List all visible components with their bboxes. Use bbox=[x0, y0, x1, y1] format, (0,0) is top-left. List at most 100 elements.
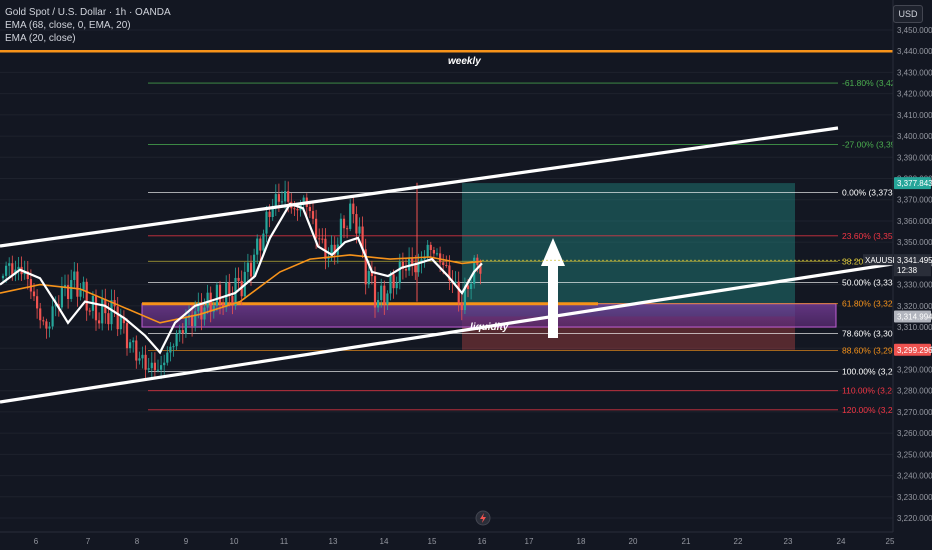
price-tick-label: 3,390.000 bbox=[897, 153, 932, 162]
candle-body bbox=[70, 280, 73, 299]
price-tick-label: 3,330.000 bbox=[897, 281, 932, 290]
candle-body bbox=[355, 214, 358, 234]
price-tick-label: 3,310.000 bbox=[897, 323, 932, 332]
candle-body bbox=[206, 292, 209, 308]
candle-body bbox=[144, 354, 147, 370]
candle-body bbox=[253, 254, 256, 277]
time-tick-label: 7 bbox=[86, 537, 91, 546]
candle-body bbox=[172, 346, 175, 348]
candle-body bbox=[45, 321, 48, 329]
fib-level-label: 78.60% (3,307. bbox=[842, 328, 900, 338]
ema-68-legend[interactable]: EMA (68, close, 0, EMA, 20) bbox=[5, 19, 171, 32]
candle-body bbox=[445, 264, 448, 266]
candle-body bbox=[284, 191, 287, 202]
liquidity-label: liquidity bbox=[470, 322, 509, 333]
time-tick-label: 21 bbox=[682, 537, 691, 546]
price-tick-label: 3,270.000 bbox=[897, 408, 932, 417]
fib-level-label: -61.80% (3,425 bbox=[842, 78, 900, 88]
candle-body bbox=[200, 303, 203, 320]
fib-level-label: 50.00% (3,331. bbox=[842, 277, 900, 287]
time-tick-label: 14 bbox=[380, 537, 389, 546]
candle-body bbox=[389, 274, 392, 294]
candle-body bbox=[153, 362, 156, 371]
time-tick-label: 11 bbox=[280, 537, 289, 546]
candle-body bbox=[94, 295, 98, 321]
price-tag-label: 3,377.843 bbox=[897, 179, 932, 188]
candle-body bbox=[218, 284, 222, 304]
candle-body bbox=[98, 320, 101, 324]
candle-body bbox=[42, 320, 45, 322]
price-tick-label: 3,220.000 bbox=[897, 514, 932, 523]
candle-body bbox=[150, 362, 153, 369]
time-tick-label: 6 bbox=[34, 537, 39, 546]
candle-body bbox=[215, 284, 218, 306]
ema-20-legend[interactable]: EMA (20, close) bbox=[5, 32, 171, 45]
candle-body bbox=[32, 291, 36, 297]
time-tick-label: 10 bbox=[230, 537, 239, 546]
candle-body bbox=[175, 333, 178, 347]
candle-body bbox=[296, 209, 299, 211]
price-tick-label: 3,370.000 bbox=[897, 196, 932, 205]
candle-body bbox=[194, 311, 197, 327]
candle-body bbox=[60, 286, 63, 308]
candle-body bbox=[318, 238, 321, 240]
candle-body bbox=[277, 194, 280, 202]
candle-body bbox=[349, 203, 352, 229]
time-tick-label: 9 bbox=[184, 537, 189, 546]
candle-body bbox=[308, 206, 311, 212]
candle-body bbox=[324, 238, 327, 259]
candle-body bbox=[380, 285, 383, 301]
time-axis: 6 7 8 9 10 11 13 14 15 16 17 18 20 21 22 23 24 25 bbox=[0, 531, 895, 546]
candle-body bbox=[237, 277, 240, 281]
time-tick-label: 17 bbox=[525, 537, 534, 546]
symbol-tag-label: XAUUSD bbox=[865, 256, 899, 265]
candle-body bbox=[82, 281, 85, 290]
fib-level-label: 61.80% (3,321. bbox=[842, 299, 900, 309]
candle-body bbox=[1, 275, 5, 279]
candle-body bbox=[426, 244, 429, 257]
candle-body bbox=[178, 330, 181, 334]
candle-body bbox=[138, 358, 141, 361]
time-tick-label: 25 bbox=[886, 537, 895, 546]
candle-body bbox=[470, 283, 473, 290]
candle-body bbox=[432, 250, 435, 254]
candle-body bbox=[166, 352, 169, 363]
candle-body bbox=[414, 265, 417, 273]
price-tag-label: 3,299.296 bbox=[897, 346, 932, 355]
time-tick-label: 16 bbox=[478, 537, 487, 546]
candle-body bbox=[262, 233, 265, 251]
candle-body bbox=[311, 211, 315, 219]
candle-body bbox=[8, 263, 11, 266]
price-tick-label: 3,410.000 bbox=[897, 111, 932, 120]
fib-level-label: 88.60% (3,299. bbox=[842, 345, 900, 355]
price-tick-label: 3,450.000 bbox=[897, 26, 932, 35]
candle-body bbox=[377, 300, 380, 308]
candle-body bbox=[85, 281, 88, 311]
symbol-title[interactable]: Gold Spot / U.S. Dollar · 1h · OANDA bbox=[5, 6, 171, 19]
time-tick-label: 18 bbox=[577, 537, 586, 546]
candle-body bbox=[457, 281, 460, 303]
fib-level-label: 110.00% (3,28 bbox=[842, 386, 897, 396]
candle-body bbox=[147, 368, 150, 370]
candle-body bbox=[107, 313, 110, 325]
candle-body bbox=[110, 300, 113, 325]
candle-body bbox=[169, 346, 172, 353]
fib-level-label: 120.00% (3,27 bbox=[842, 405, 898, 415]
candle-body bbox=[268, 211, 271, 217]
candle-body bbox=[132, 340, 135, 343]
candle-body bbox=[256, 238, 259, 255]
candle-body bbox=[11, 263, 14, 275]
time-tick-label: 23 bbox=[784, 537, 793, 546]
candle-body bbox=[315, 218, 318, 239]
ema-lines bbox=[0, 202, 483, 355]
candle-body bbox=[442, 262, 445, 265]
price-tick-label: 3,440.000 bbox=[897, 47, 932, 56]
candle-body bbox=[342, 218, 346, 229]
fib-level-label: 23.60% (3,353. bbox=[842, 231, 900, 241]
time-tick-label: 15 bbox=[428, 537, 437, 546]
candle-body bbox=[373, 276, 377, 308]
price-tick-label: 3,230.000 bbox=[897, 493, 932, 502]
candle-body bbox=[76, 271, 79, 297]
candle-body bbox=[460, 302, 463, 311]
currency-button[interactable]: USD bbox=[893, 5, 923, 23]
